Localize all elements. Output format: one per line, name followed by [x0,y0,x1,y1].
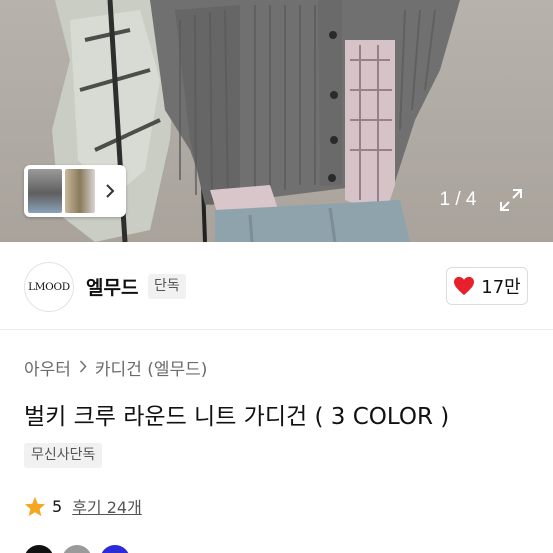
heart-icon [454,276,475,296]
brand-row: LMOOD 엘무드 단독 17만 [0,242,553,330]
rating-row: 5 후기 24개 [24,494,142,518]
color-swatch-gray[interactable] [62,545,92,553]
breadcrumb-item-cardigan[interactable]: 카디건 (엘무드) [95,355,208,380]
exclusive-badge: 단독 [148,274,186,299]
thumbnail-1[interactable] [28,169,62,213]
expand-icon[interactable] [492,182,530,218]
exclusive-tag: 무신사단독 [24,443,103,468]
product-image-gallery[interactable]: 1 / 4 [0,0,553,242]
thumbnail-2[interactable] [65,169,95,213]
product-title: 벌키 크루 라운드 니트 가디건 ( 3 COLOR ) [24,404,450,430]
brand-logo[interactable]: LMOOD [24,262,74,312]
image-pager: 1 / 4 [439,189,477,210]
review-count-link[interactable]: 후기 24개 [72,494,142,518]
breadcrumb: 아우터 카디건 (엘무드) [24,355,207,380]
color-swatch-black[interactable] [24,545,54,553]
chevron-right-icon[interactable] [98,169,122,213]
brand-name[interactable]: 엘무드 [86,273,138,300]
color-swatches [24,545,130,553]
breadcrumb-item-outer[interactable]: 아우터 [24,355,71,380]
rating-score: 5 [52,496,63,516]
color-swatch-blue[interactable] [100,545,130,553]
chevron-right-icon [79,358,87,377]
like-button[interactable]: 17만 [446,267,528,305]
like-count: 17만 [481,277,521,298]
thumbnail-strip[interactable] [24,165,126,217]
star-icon [24,496,46,516]
